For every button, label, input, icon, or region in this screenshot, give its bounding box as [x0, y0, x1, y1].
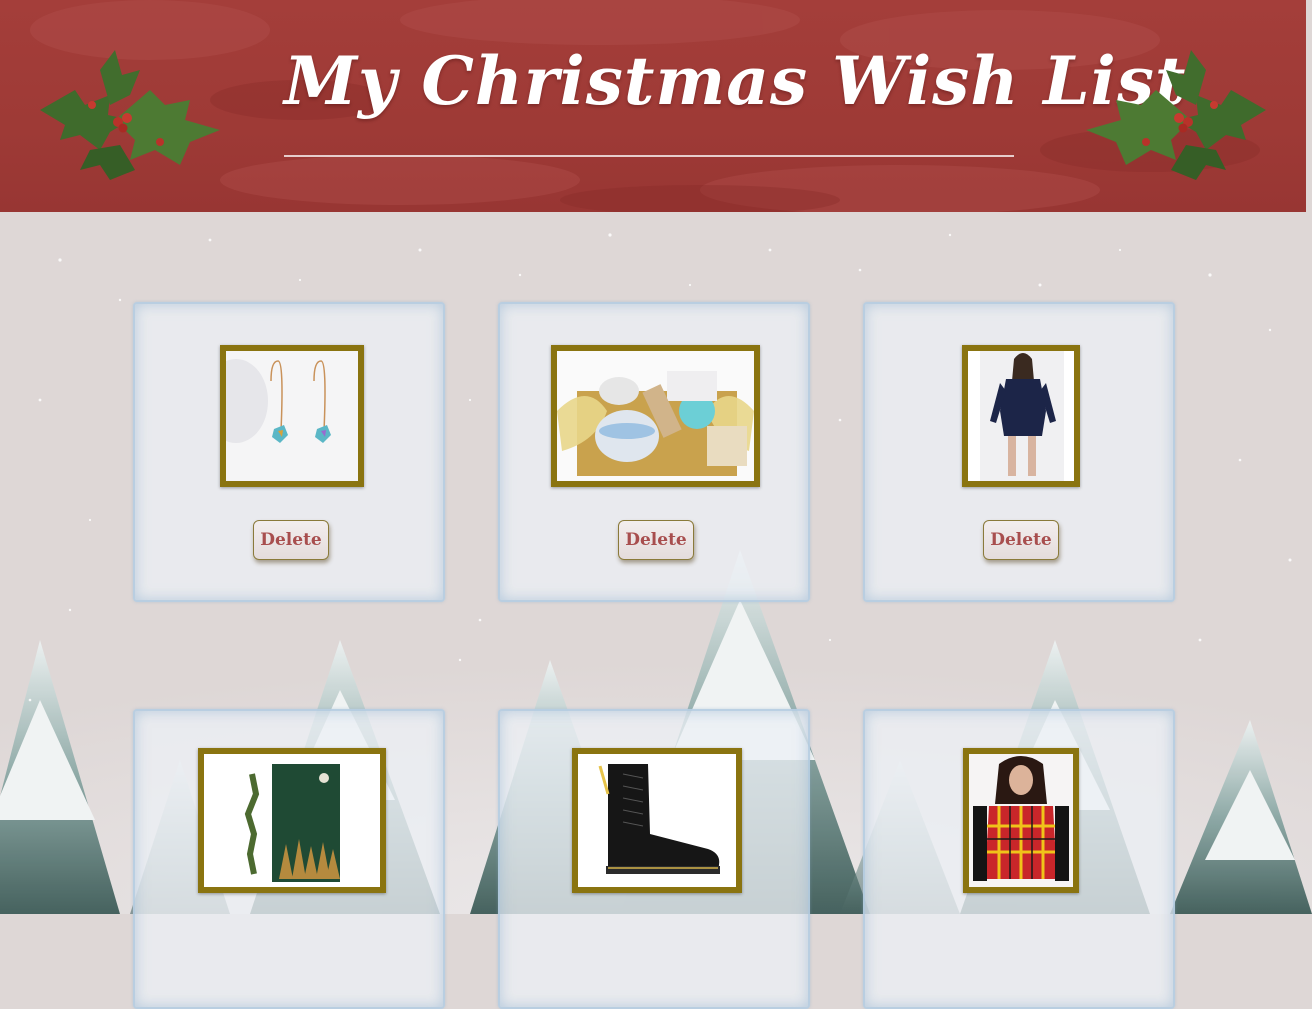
wish-card: [133, 709, 445, 1009]
navy-romper-image: [962, 345, 1080, 487]
gift-basket-image: [551, 345, 760, 487]
holly-right-decoration: [1086, 50, 1266, 180]
delete-button[interactable]: Delete: [253, 520, 329, 560]
wish-card: [498, 709, 810, 1009]
header-banner: My Christmas Wish List: [0, 0, 1306, 212]
wish-card: Delete: [863, 302, 1175, 602]
title-underline: [284, 155, 1014, 157]
earrings-image: [220, 345, 364, 487]
black-boots-image: [572, 748, 742, 893]
green-notebook-image: [198, 748, 386, 893]
delete-button[interactable]: Delete: [618, 520, 694, 560]
wish-card: Delete: [133, 302, 445, 602]
page-title: My Christmas Wish List: [284, 42, 1187, 120]
wish-card: Delete: [498, 302, 810, 602]
wish-card: [863, 709, 1175, 1009]
delete-button[interactable]: Delete: [983, 520, 1059, 560]
plaid-sweater-image: [963, 748, 1079, 893]
holly-left-decoration: [40, 50, 220, 180]
